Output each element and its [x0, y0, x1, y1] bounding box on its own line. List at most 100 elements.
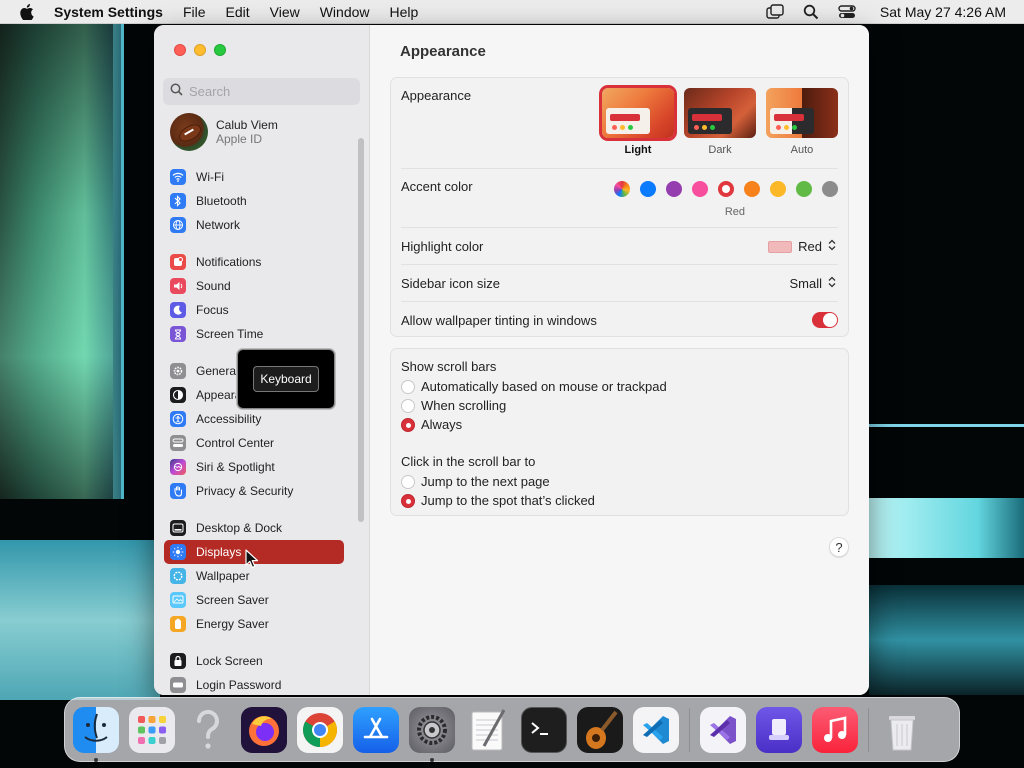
sidebar-item-label: Screen Time — [196, 327, 264, 341]
radio-scroll-automatic[interactable]: Automatically based on mouse or trackpad — [401, 379, 667, 394]
sidebar-item-label: Energy Saver — [196, 617, 269, 631]
accent-green-swatch[interactable] — [796, 181, 812, 197]
menu-file[interactable]: File — [183, 4, 206, 20]
search-icon — [170, 83, 183, 101]
dock-finder[interactable] — [73, 706, 119, 762]
light-mode-preview — [599, 85, 677, 141]
appearance-option-auto[interactable]: Auto — [766, 88, 838, 156]
sidebar-item-control-center[interactable]: Control Center — [164, 431, 344, 455]
account-name: Calub Viem — [216, 118, 278, 132]
minimize-button[interactable] — [194, 44, 206, 56]
apple-logo-icon[interactable] — [19, 3, 35, 20]
radio-jump-next-page[interactable]: Jump to the next page — [401, 474, 550, 489]
wallpaper-shape — [0, 540, 160, 700]
sidebar-item-screen-saver[interactable]: Screen Saver — [164, 588, 344, 612]
sidebar-icon-size-select[interactable]: Small — [789, 276, 836, 291]
dock-terminal[interactable] — [521, 706, 567, 753]
sidebar-item-wifi[interactable]: Wi-Fi — [164, 165, 344, 189]
dock-trash[interactable] — [879, 707, 925, 753]
search-field[interactable] — [163, 78, 360, 105]
accent-multicolor-swatch[interactable] — [614, 181, 630, 197]
appearance-option-light[interactable]: Light — [599, 85, 677, 156]
sidebar-item-network[interactable]: Network — [164, 213, 344, 237]
dock-garageband[interactable] — [577, 706, 623, 753]
dock-launchpad[interactable] — [129, 706, 175, 753]
radio-button[interactable] — [401, 398, 415, 413]
menubar-clock[interactable]: Sat May 27 4:26 AM — [880, 4, 1006, 20]
dock-system-settings[interactable] — [409, 706, 455, 762]
control-center-icon[interactable] — [838, 3, 856, 21]
wallpaper-tinting-toggle[interactable] — [812, 312, 838, 328]
hand-icon — [170, 483, 186, 499]
sidebar-item-energy-saver[interactable]: Energy Saver — [164, 612, 344, 636]
page-title: Appearance — [400, 43, 486, 60]
sidebar-item-notifications[interactable]: Notifications — [164, 250, 344, 274]
sidebar-item-label: Login Password — [196, 678, 282, 692]
tooltip-label: Keyboard — [253, 366, 319, 392]
sidebar-item-desktop-dock[interactable]: Desktop & Dock — [164, 516, 344, 540]
radio-button[interactable] — [401, 379, 415, 394]
radio-button[interactable] — [401, 417, 415, 432]
mouse-pointer-icon — [245, 549, 259, 574]
radio-button[interactable] — [401, 493, 415, 508]
radio-button[interactable] — [401, 474, 415, 489]
app-menu[interactable]: System Settings — [54, 4, 163, 20]
window-controls — [174, 44, 226, 56]
dock-app-store[interactable] — [353, 706, 399, 753]
sidebar-item-privacy-security[interactable]: Privacy & Security — [164, 479, 344, 503]
highlight-color-select[interactable]: Red — [768, 239, 836, 254]
menu-view[interactable]: View — [270, 4, 300, 20]
dark-mode-preview — [684, 88, 756, 138]
sidebar-item-siri-spotlight[interactable]: Siri & Spotlight — [164, 455, 344, 479]
accent-graphite-swatch[interactable] — [822, 181, 838, 197]
dock-firefox[interactable] — [241, 706, 287, 753]
zoom-button[interactable] — [214, 44, 226, 56]
sidebar-item-focus[interactable]: Focus — [164, 298, 344, 322]
accent-blue-swatch[interactable] — [640, 181, 656, 197]
lock-icon — [170, 653, 186, 669]
dock-apple-configurator[interactable] — [756, 706, 802, 753]
sidebar-item-label: Displays — [196, 545, 242, 559]
help-button[interactable]: ? — [829, 537, 849, 557]
radio-scroll-when-scrolling[interactable]: When scrolling — [401, 398, 506, 413]
radio-label: When scrolling — [421, 398, 507, 413]
accent-yellow-swatch[interactable] — [770, 181, 786, 197]
dock-visual-studio[interactable] — [700, 706, 746, 753]
appearance-mode-picker: Light Dark Auto — [599, 85, 838, 156]
appearance-pane: Appearance Appearance Light Dark Auto Ac… — [370, 25, 869, 695]
spotlight-search-icon[interactable] — [802, 3, 820, 21]
sidebar-item-label: Accessibility — [196, 412, 262, 426]
dock-textedit[interactable] — [465, 707, 511, 753]
sidebar-item-sound[interactable]: Sound — [164, 274, 344, 298]
dock-help[interactable] — [185, 707, 231, 753]
screensaver-icon — [170, 592, 186, 608]
sidebar-item-screen-time[interactable]: Screen Time — [164, 322, 344, 346]
sidebar-scrollbar[interactable] — [358, 138, 364, 522]
sidebar: Calub Viem Apple ID Wi-Fi Bluetooth — [154, 25, 370, 695]
search-input[interactable] — [189, 84, 349, 99]
dock-vscode[interactable] — [633, 706, 679, 753]
sidebar-item-bluetooth[interactable]: Bluetooth — [164, 189, 344, 213]
dock-chrome[interactable] — [297, 706, 343, 753]
sidebar-item-accessibility[interactable]: Accessibility — [164, 407, 344, 431]
menu-help[interactable]: Help — [390, 4, 419, 20]
radio-scroll-always[interactable]: Always — [401, 417, 462, 432]
hourglass-icon — [170, 326, 186, 342]
app-store-icon — [363, 717, 389, 738]
apple-id-account[interactable]: Calub Viem Apple ID — [170, 113, 278, 151]
accent-pink-swatch[interactable] — [692, 181, 708, 197]
dock-music[interactable] — [812, 706, 858, 753]
accent-red-swatch[interactable] — [718, 181, 734, 197]
radio-jump-spot-clicked[interactable]: Jump to the spot that’s clicked — [401, 493, 595, 508]
screen-mirroring-icon[interactable] — [766, 3, 784, 21]
accent-purple-swatch[interactable] — [666, 181, 682, 197]
appearance-option-dark[interactable]: Dark — [684, 88, 756, 156]
radio-label: Jump to the spot that’s clicked — [421, 493, 595, 508]
menu-window[interactable]: Window — [320, 4, 370, 20]
sidebar-item-login-password[interactable]: Login Password — [164, 673, 344, 695]
accent-orange-swatch[interactable] — [744, 181, 760, 197]
menu-edit[interactable]: Edit — [226, 4, 250, 20]
sidebar-item-lock-screen[interactable]: Lock Screen — [164, 649, 344, 673]
close-button[interactable] — [174, 44, 186, 56]
sidebar-item-label: Bluetooth — [196, 194, 247, 208]
